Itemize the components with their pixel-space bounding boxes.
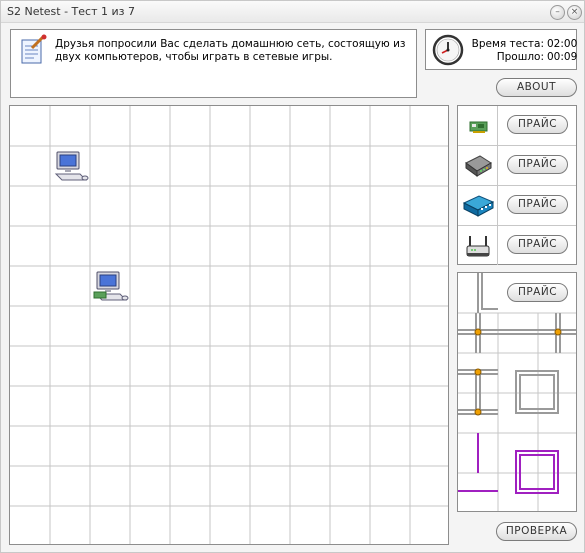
cable-connector-dot <box>474 328 482 336</box>
timer-total-value: 02:00 <box>547 38 578 50</box>
palette-icon-cell[interactable] <box>458 186 498 225</box>
cable-purple-l-piece[interactable] <box>458 433 498 492</box>
close-icon: × <box>570 7 579 17</box>
about-button[interactable]: ABOUT <box>496 78 577 97</box>
minimize-icon: – <box>555 7 560 17</box>
close-button[interactable]: × <box>567 5 582 20</box>
price-button-router[interactable]: ПРАЙС <box>507 235 568 254</box>
window-title: S2 Netest - Тест 1 из 7 <box>7 5 135 18</box>
check-button[interactable]: ПРОВЕРКА <box>496 522 577 541</box>
palette-row-network-card: ПРАЙС <box>458 106 576 146</box>
question-text: Друзья попросили Вас сделать домашнюю се… <box>55 38 406 63</box>
network-board[interactable] <box>9 105 449 545</box>
palette-icon-cell[interactable] <box>458 146 498 185</box>
cable-gray-l-piece[interactable] <box>477 273 498 313</box>
modem-icon[interactable] <box>462 150 494 182</box>
minimize-button[interactable]: – <box>550 5 565 20</box>
palette-row-switch: ПРАЙС <box>458 186 576 226</box>
price-button-cables[interactable]: ПРАЙС <box>507 283 568 302</box>
question-panel: Друзья попросили Вас сделать домашнюю се… <box>10 29 417 98</box>
timer-total-label: Время теста: <box>471 38 544 50</box>
cable-connector-dot <box>554 328 562 336</box>
board-grid-lines <box>10 106 448 544</box>
app-window: S2 Netest - Тест 1 из 7 – × Друзья попро… <box>0 0 585 553</box>
price-button-switch[interactable]: ПРАЙС <box>507 195 568 214</box>
cable-gray-straight[interactable] <box>458 313 577 353</box>
network-card-icon[interactable] <box>462 110 494 142</box>
timer-panel: Время теста: 02:00 Прошло: 00:09 <box>425 29 577 70</box>
cable-gray-square[interactable] <box>515 370 559 414</box>
price-button-modem[interactable]: ПРАЙС <box>507 155 568 174</box>
cable-gray-t-piece[interactable] <box>458 368 498 416</box>
palette-row-router: ПРАЙС <box>458 226 576 266</box>
timer-elapsed-value: 00:09 <box>547 51 578 63</box>
computer-icon <box>54 151 89 181</box>
timer-elapsed-label: Прошло: <box>496 51 544 63</box>
clock-icon <box>432 34 464 66</box>
timer-total-row: Время теста: 02:00 <box>470 38 578 50</box>
cable-connector-dot <box>474 408 482 416</box>
palette-icon-cell[interactable] <box>458 106 498 145</box>
cable-pieces[interactable] <box>458 273 577 512</box>
cable-connector-dot <box>474 368 482 376</box>
cable-purple-square[interactable] <box>515 450 559 494</box>
title-bar[interactable]: S2 Netest - Тест 1 из 7 – × <box>1 1 584 23</box>
board-grid[interactable] <box>10 106 449 545</box>
router-icon[interactable] <box>462 230 494 262</box>
switch-icon[interactable] <box>462 190 494 222</box>
cable-palette: ПРАЙС <box>457 272 577 512</box>
board-computer-1[interactable] <box>54 151 89 181</box>
price-button-network-card[interactable]: ПРАЙС <box>507 115 568 134</box>
device-palette: ПРАЙС ПРАЙС ПРАЙС ПРАЙС <box>457 105 577 265</box>
board-computer-2[interactable] <box>93 271 129 301</box>
palette-row-modem: ПРАЙС <box>458 146 576 186</box>
notepad-pencil-icon <box>21 34 47 64</box>
palette-icon-cell[interactable] <box>458 226 498 265</box>
computer-with-network-card-icon <box>93 271 129 301</box>
timer-elapsed-row: Прошло: 00:09 <box>470 51 578 63</box>
